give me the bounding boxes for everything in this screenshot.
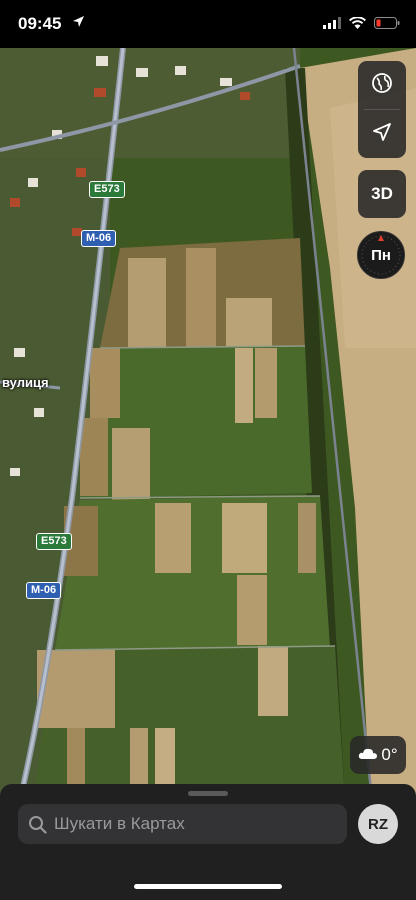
cellular-signal-icon — [323, 16, 341, 34]
road-shield-e573[interactable]: E573 — [89, 181, 125, 198]
satellite-map[interactable]: E573 M-06 вулиця E573 M-06 — [0, 48, 416, 800]
wifi-icon — [349, 16, 366, 34]
cloud-icon — [358, 745, 378, 765]
location-arrow-icon — [72, 15, 85, 33]
status-indicators — [323, 16, 400, 34]
battery-icon — [374, 16, 400, 34]
three-d-label: 3D — [371, 184, 393, 203]
street-label: вулиця — [2, 375, 49, 390]
map-imagery — [0, 48, 416, 800]
weather-badge[interactable]: 0° — [350, 736, 406, 774]
compass-label: Пн — [371, 246, 391, 264]
avatar[interactable]: RZ — [358, 804, 398, 844]
road-shield-m06[interactable]: M-06 — [81, 230, 117, 247]
sheet-grabber[interactable] — [188, 791, 228, 796]
compass-button[interactable]: Пн — [357, 231, 405, 279]
status-time: 09:45 — [18, 14, 62, 33]
search-sheet: Шукати в Картах RZ — [0, 784, 416, 900]
search-placeholder: Шукати в Картах — [54, 814, 185, 833]
map-mode-button[interactable] — [358, 61, 406, 109]
globe-icon — [371, 72, 393, 99]
road-shield-e573[interactable]: E573 — [36, 533, 72, 550]
avatar-initials: RZ — [368, 815, 388, 833]
search-icon — [28, 815, 47, 834]
road-shield-m06[interactable]: M-06 — [26, 582, 62, 599]
current-location-button[interactable] — [358, 110, 406, 158]
location-arrow-icon — [372, 122, 392, 147]
status-bar: 09:45 — [0, 0, 416, 48]
home-indicator[interactable] — [134, 884, 282, 889]
three-d-button[interactable]: 3D — [358, 170, 406, 218]
search-input[interactable]: Шукати в Картах — [18, 804, 347, 844]
map-controls — [358, 61, 406, 158]
temperature-label: 0° — [381, 745, 398, 764]
